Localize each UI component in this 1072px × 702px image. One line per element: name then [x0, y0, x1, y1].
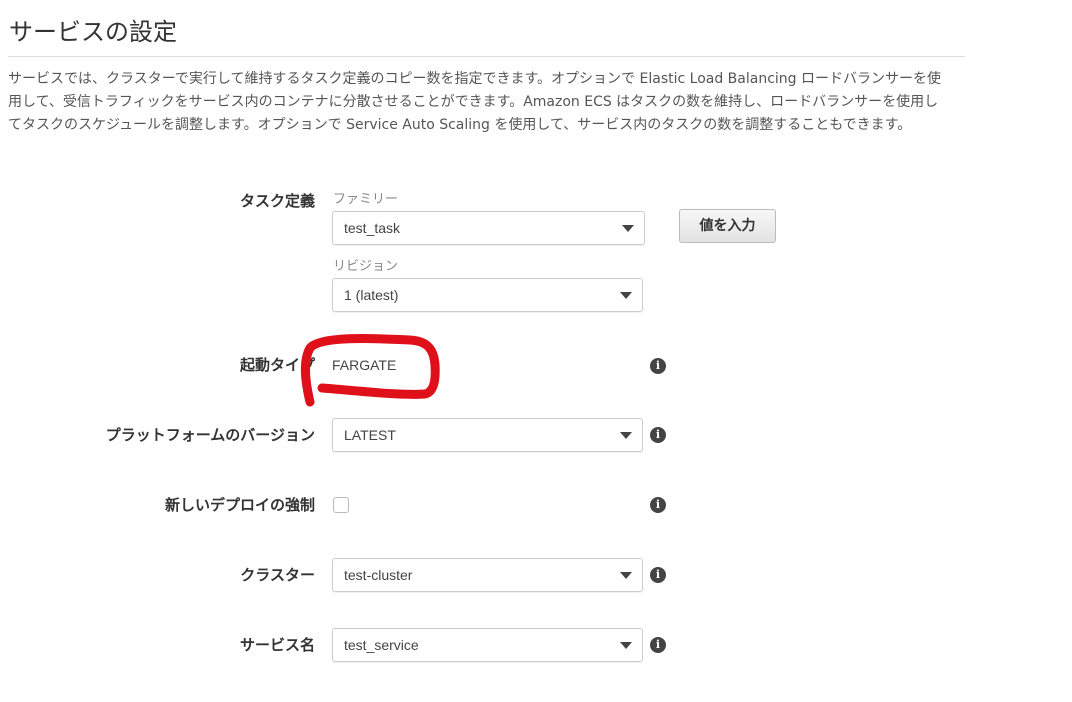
chevron-down-icon: [622, 225, 634, 232]
info-icon[interactable]: i: [650, 567, 666, 583]
cluster-select[interactable]: test-cluster: [332, 558, 643, 592]
launch-type-label: 起動タイプ: [239, 356, 315, 374]
service-name-select[interactable]: test_service: [332, 628, 643, 662]
family-select[interactable]: test_task: [332, 211, 645, 245]
info-icon[interactable]: i: [650, 497, 666, 513]
service-name-select-value: test_service: [344, 637, 419, 653]
task-definition-label: タスク定義: [239, 192, 315, 210]
family-label: ファミリー: [333, 192, 399, 207]
launch-type-value: FARGATE: [332, 357, 397, 373]
family-select-value: test_task: [344, 220, 401, 236]
force-new-deployment-label: 新しいデプロイの強制: [164, 496, 315, 514]
enter-value-button[interactable]: 値を入力: [679, 209, 776, 243]
chevron-down-icon: [620, 572, 632, 579]
cluster-label: クラスター: [240, 566, 315, 584]
cluster-select-value: test-cluster: [344, 567, 413, 583]
platform-version-select-value: LATEST: [344, 427, 396, 443]
page-title: サービスの設定: [9, 18, 177, 46]
revision-select[interactable]: 1 (latest): [332, 278, 643, 312]
info-icon[interactable]: i: [650, 637, 666, 653]
page-description: サービスでは、クラスターで実行して維持するタスク定義のコピー数を指定できます。オ…: [8, 71, 941, 133]
platform-version-label: プラットフォームのバージョン: [105, 426, 315, 444]
service-name-label: サービス名: [239, 636, 315, 654]
info-icon[interactable]: i: [650, 358, 666, 374]
chevron-down-icon: [620, 292, 632, 299]
info-icon[interactable]: i: [650, 427, 666, 443]
revision-select-value: 1 (latest): [344, 287, 399, 303]
title-divider: [8, 56, 965, 57]
chevron-down-icon: [620, 432, 632, 439]
platform-version-select[interactable]: LATEST: [332, 418, 643, 452]
revision-label: リビジョン: [333, 259, 399, 274]
chevron-down-icon: [620, 642, 632, 649]
force-new-deployment-checkbox[interactable]: [333, 497, 349, 513]
